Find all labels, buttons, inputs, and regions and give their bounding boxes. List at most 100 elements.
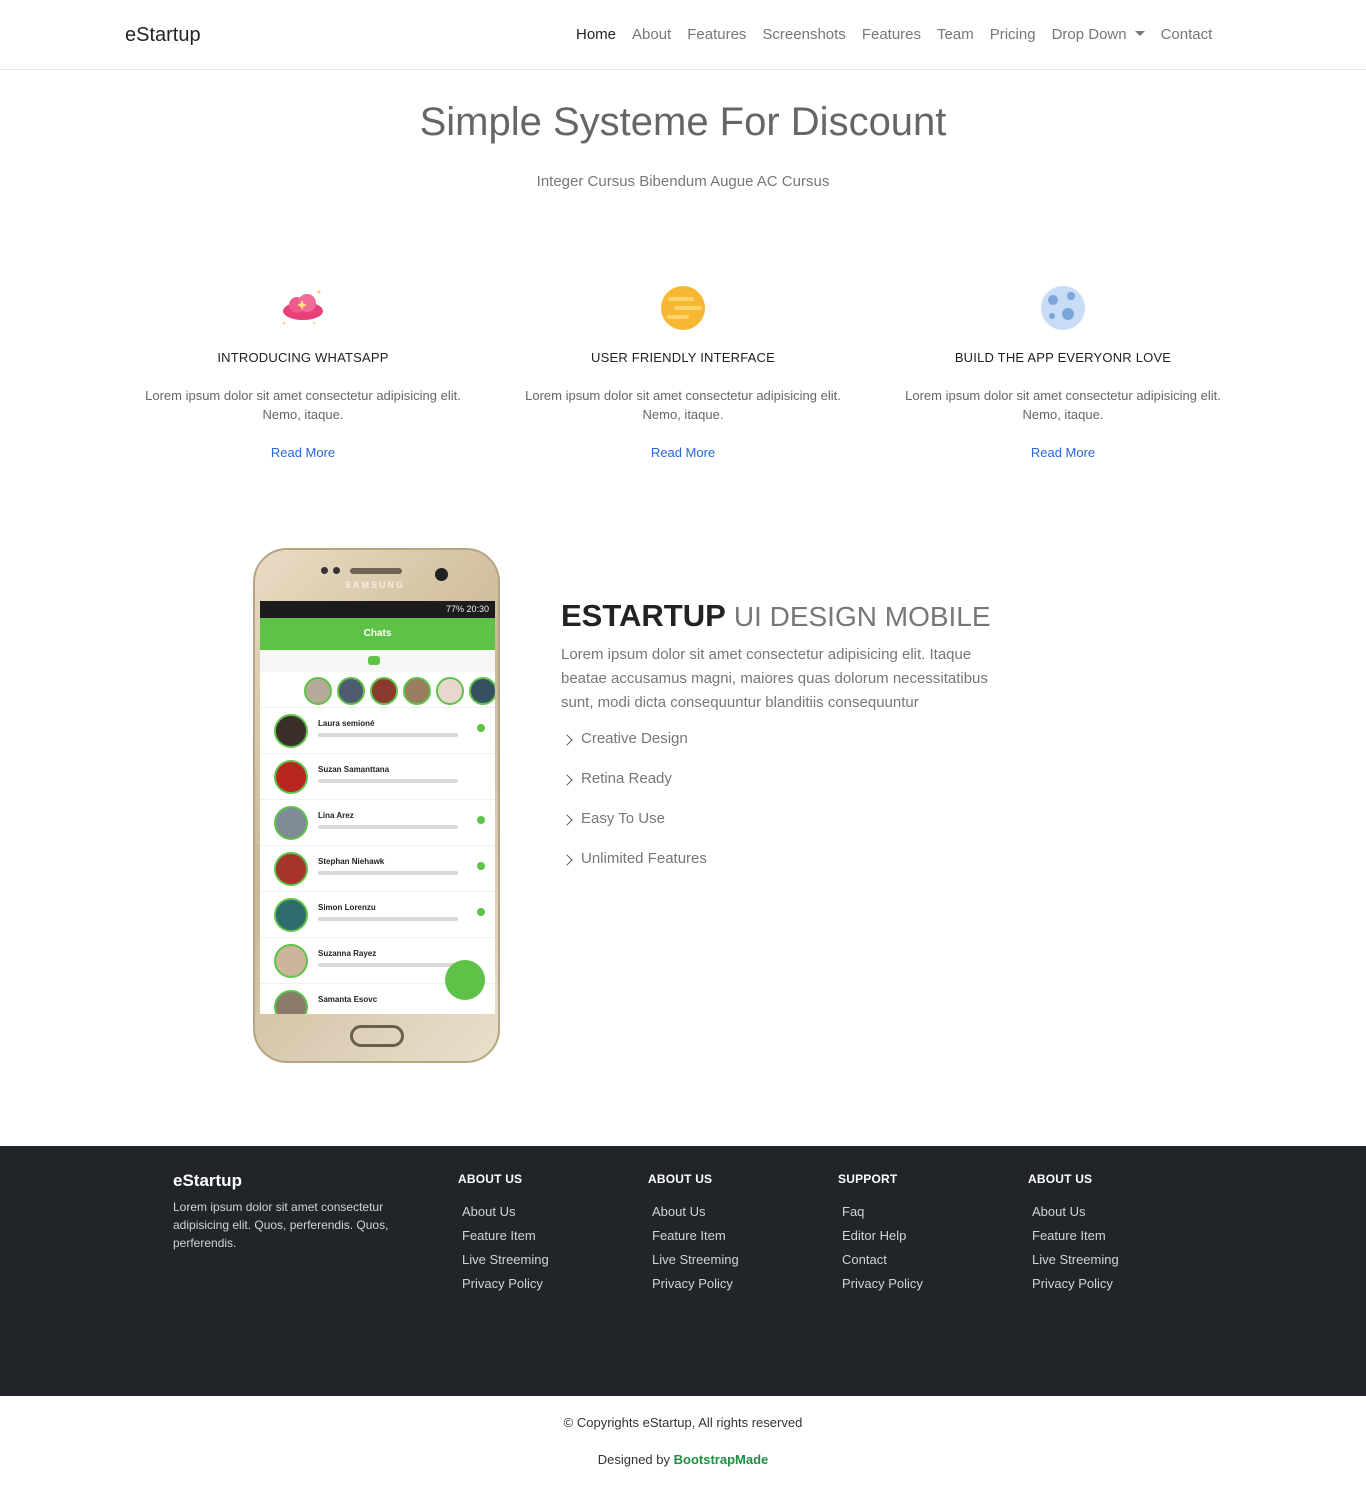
chat-row: Laura semioné <box>260 708 495 754</box>
nav-dropdown-label: Drop Down <box>1051 26 1127 43</box>
story-strip <box>260 672 495 708</box>
bootstrapmade-link[interactable]: BootstrapMade <box>674 1452 769 1467</box>
app-bar: Chats <box>260 618 495 650</box>
nav-team[interactable]: Team <box>937 26 974 43</box>
planet-icon <box>658 283 708 333</box>
nav-dropdown[interactable]: Drop Down <box>1052 26 1145 43</box>
footer-column: SUPPORT Faq Editor Help Contact Privacy … <box>838 1172 923 1300</box>
caret-down-icon <box>1134 31 1145 36</box>
footer-link[interactable]: Live Streeming <box>652 1252 739 1276</box>
footer-link[interactable]: Feature Item <box>1032 1228 1119 1252</box>
nav-pricing[interactable]: Pricing <box>990 26 1036 43</box>
feature-title: BUILD THE APP EVERYONR LOVE <box>954 350 1172 365</box>
story-avatar <box>403 677 431 705</box>
showcase-title-light: UI DESIGN MOBILE <box>733 601 991 632</box>
phone-sensor <box>321 567 328 574</box>
unread-badge <box>477 862 485 870</box>
chat-name: Simon Lorenzu <box>318 903 376 912</box>
chat-row: Lina Arez <box>260 800 495 846</box>
feature-card: BUILD THE APP EVERYONR LOVE Lorem ipsum … <box>883 283 1243 462</box>
footer-link[interactable]: Feature Item <box>462 1228 549 1252</box>
chevron-right-icon <box>561 854 573 866</box>
chat-preview <box>318 825 458 829</box>
feature-title: USER FRIENDLY INTERFACE <box>591 350 775 365</box>
list-item-label: Retina Ready <box>581 770 672 787</box>
read-more-link[interactable]: Read More <box>271 445 335 460</box>
chat-name: Suzanna Rayez <box>318 949 377 958</box>
chat-name: Samanta Esovc <box>318 995 378 1004</box>
footer-link[interactable]: Privacy Policy <box>842 1276 923 1300</box>
hero-title: Simple Systeme For Discount <box>419 100 947 144</box>
unread-badge <box>477 816 485 824</box>
footer-link[interactable]: About Us <box>462 1204 549 1228</box>
nav-screenshots[interactable]: Screenshots <box>762 26 845 43</box>
avatar <box>274 990 308 1014</box>
new-chat-fab[interactable] <box>445 960 485 1000</box>
footer-heading: ABOUT US <box>648 1172 713 1186</box>
unread-badge <box>477 908 485 916</box>
phone-sensor <box>333 567 340 574</box>
feature-card: INTRODUCING WHATSAPP Lorem ipsum dolor s… <box>123 283 483 462</box>
footer-link[interactable]: About Us <box>652 1204 739 1228</box>
phone-brand: SAMSUNG <box>345 580 406 590</box>
navbar: eStartup Home About Features Screenshots… <box>0 0 1366 70</box>
chat-preview <box>318 871 458 875</box>
footer-link[interactable]: Faq <box>842 1204 923 1228</box>
brand-logo[interactable]: eStartup <box>125 24 201 47</box>
story-avatar <box>304 677 332 705</box>
footer-description: Lorem ipsum dolor sit amet consectetur a… <box>173 1200 389 1250</box>
chevron-right-icon <box>561 774 573 786</box>
chat-preview <box>318 733 458 737</box>
chat-preview <box>318 779 458 783</box>
cloud-sparkle-icon <box>278 283 328 333</box>
nav-features[interactable]: Features <box>687 26 746 43</box>
nav-about[interactable]: About <box>632 26 671 43</box>
showcase-title: ESTARTUP UI DESIGN MOBILE <box>561 598 991 634</box>
footer-column: ABOUT US About Us Feature Item Live Stre… <box>648 1172 739 1300</box>
footer-link[interactable]: Contact <box>842 1252 923 1276</box>
list-item: Easy To Use <box>561 810 707 850</box>
footer-brand: eStartup <box>173 1171 242 1190</box>
chat-tab-icon <box>368 656 380 665</box>
avatar <box>274 760 308 794</box>
footer-column: ABOUT US About Us Feature Item Live Stre… <box>1028 1172 1119 1300</box>
read-more-link[interactable]: Read More <box>1031 445 1095 460</box>
showcase-title-strong: ESTARTUP <box>561 598 726 633</box>
footer-link[interactable]: Editor Help <box>842 1228 923 1252</box>
footer-heading: ABOUT US <box>458 1172 523 1186</box>
avatar <box>274 852 308 886</box>
list-item: Creative Design <box>561 730 707 770</box>
phone-screen: 77% 20:30 Chats Laura semioné Suzan Sama… <box>260 601 495 1014</box>
showcase-description: Lorem ipsum dolor sit amet consectetur a… <box>561 646 988 711</box>
footer-link[interactable]: About Us <box>1032 1204 1119 1228</box>
main-nav: Home About Features Screenshots Features… <box>576 26 1228 43</box>
footer-link[interactable]: Privacy Policy <box>1032 1276 1119 1300</box>
footer-link[interactable]: Privacy Policy <box>462 1276 549 1300</box>
footer-link[interactable]: Feature Item <box>652 1228 739 1252</box>
nav-features-2[interactable]: Features <box>862 26 921 43</box>
chat-name: Suzan Samanttana <box>318 765 390 774</box>
footer-link[interactable]: Privacy Policy <box>652 1276 739 1300</box>
hero-subtitle: Integer Cursus Bibendum Augue AC Cursus <box>536 173 830 190</box>
phone-mockup: SAMSUNG 77% 20:30 Chats Laura semioné Su… <box>253 548 500 1063</box>
chat-preview <box>318 917 458 921</box>
footer: eStartup Lorem ipsum dolor sit amet cons… <box>0 1146 1366 1396</box>
read-more-link[interactable]: Read More <box>651 445 715 460</box>
nav-home[interactable]: Home <box>576 26 616 43</box>
footer-link[interactable]: Live Streeming <box>462 1252 549 1276</box>
footer-link[interactable]: Live Streeming <box>1032 1252 1119 1276</box>
designed-by: Designed by BootstrapMade <box>0 1452 1366 1467</box>
feature-text: Lorem ipsum dolor sit amet consectetur a… <box>525 388 841 422</box>
designed-by-prefix: Designed by <box>597 1452 671 1467</box>
nav-contact[interactable]: Contact <box>1161 26 1213 43</box>
phone-status-bar: 77% 20:30 <box>260 601 495 618</box>
story-avatar <box>436 677 464 705</box>
chat-name: Stephan Niehawk <box>318 857 385 866</box>
chat-row: Simon Lorenzu <box>260 892 495 938</box>
avatar <box>274 944 308 978</box>
list-item-label: Easy To Use <box>581 810 665 827</box>
chat-name: Lina Arez <box>318 811 354 820</box>
list-item: Unlimited Features <box>561 850 707 890</box>
avatar <box>274 806 308 840</box>
feature-card: USER FRIENDLY INTERFACE Lorem ipsum dolo… <box>503 283 863 462</box>
